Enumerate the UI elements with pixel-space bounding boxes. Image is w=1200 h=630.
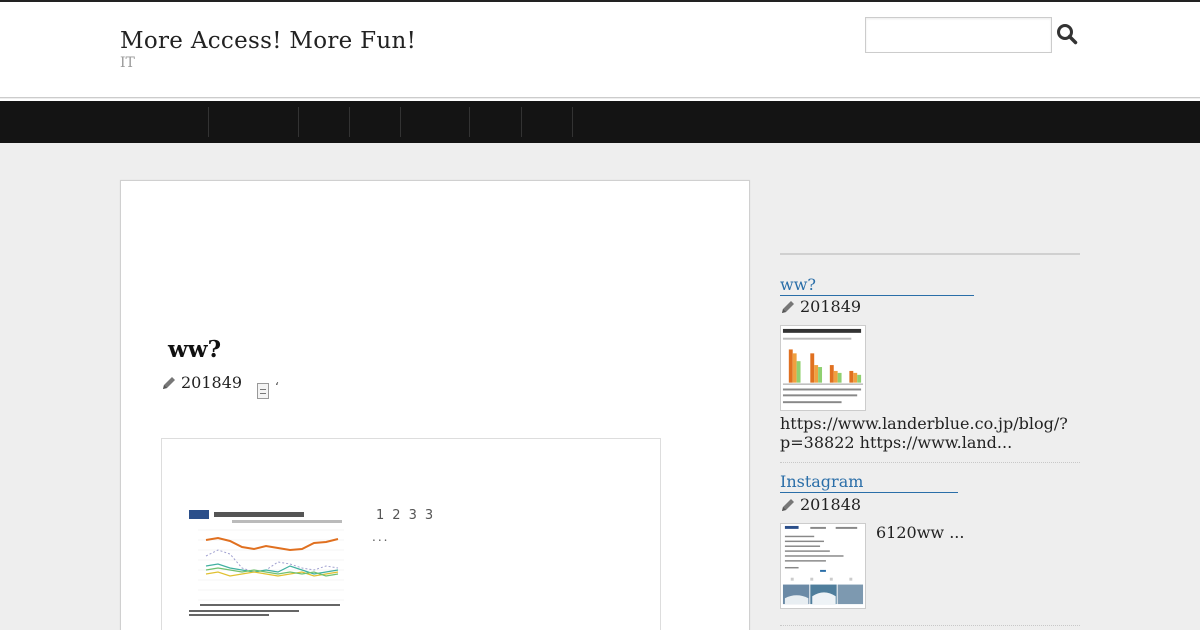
pagination-item[interactable]: 2 bbox=[392, 508, 402, 523]
sidebar-post-title-2[interactable]: Instagram bbox=[780, 472, 958, 493]
sidebar-post-date-2: 201848 bbox=[800, 495, 862, 514]
nav-item-5[interactable] bbox=[400, 107, 469, 137]
nav-item-8[interactable] bbox=[572, 107, 632, 137]
search-input[interactable] bbox=[865, 17, 1052, 53]
post-pagination: 1233 bbox=[376, 508, 441, 523]
pagination-item[interactable]: 3 bbox=[409, 508, 419, 523]
site-title[interactable]: More Access! More Fun! bbox=[120, 28, 416, 54]
search-icon bbox=[1057, 23, 1078, 44]
post-ellipsis: ... bbox=[372, 530, 390, 544]
search-button[interactable] bbox=[1054, 22, 1080, 48]
nav-item-6[interactable] bbox=[469, 107, 521, 137]
document-mark: ʻ bbox=[275, 380, 279, 394]
sidebar-post-meta-1: 201849 bbox=[780, 297, 861, 316]
sidebar-separator bbox=[780, 625, 1080, 626]
pencil-icon bbox=[782, 300, 794, 313]
document-icon[interactable] bbox=[257, 383, 269, 399]
site-header: More Access! More Fun! IT bbox=[0, 2, 1200, 98]
sidebar-excerpt-1: https://www.landerblue.co.jp/blog/?p=388… bbox=[780, 414, 1068, 452]
sidebar-post-title-1[interactable]: ww? bbox=[780, 275, 974, 296]
main-nav bbox=[0, 99, 1200, 143]
nav-item-2[interactable] bbox=[208, 107, 298, 137]
nav-item-1[interactable] bbox=[120, 107, 208, 137]
sidebar-excerpt-2: 6120ww ... bbox=[876, 523, 965, 542]
post-title[interactable]: ww? bbox=[168, 336, 221, 363]
chart-thumbnail-image[interactable] bbox=[186, 506, 346, 618]
sidebar-divider bbox=[780, 253, 1080, 255]
pagination-item[interactable]: 1 bbox=[376, 508, 386, 523]
site-description: IT bbox=[120, 55, 135, 71]
sidebar-thumbnail-1[interactable] bbox=[780, 325, 866, 411]
pagination-item[interactable]: 3 bbox=[425, 508, 435, 523]
nav-item-7[interactable] bbox=[521, 107, 572, 137]
nav-item-3[interactable] bbox=[298, 107, 349, 137]
sidebar-thumbnail-2[interactable] bbox=[780, 523, 866, 609]
sidebar-separator bbox=[780, 462, 1080, 463]
nav-item-4[interactable] bbox=[349, 107, 400, 137]
post-meta: 201849 bbox=[161, 373, 242, 392]
sidebar-post-meta-2: 201848 bbox=[780, 495, 861, 514]
post-date: 201849 bbox=[181, 373, 243, 392]
sidebar-post-date-1: 201849 bbox=[800, 297, 862, 316]
pencil-icon bbox=[163, 376, 175, 389]
pencil-icon bbox=[782, 498, 794, 511]
